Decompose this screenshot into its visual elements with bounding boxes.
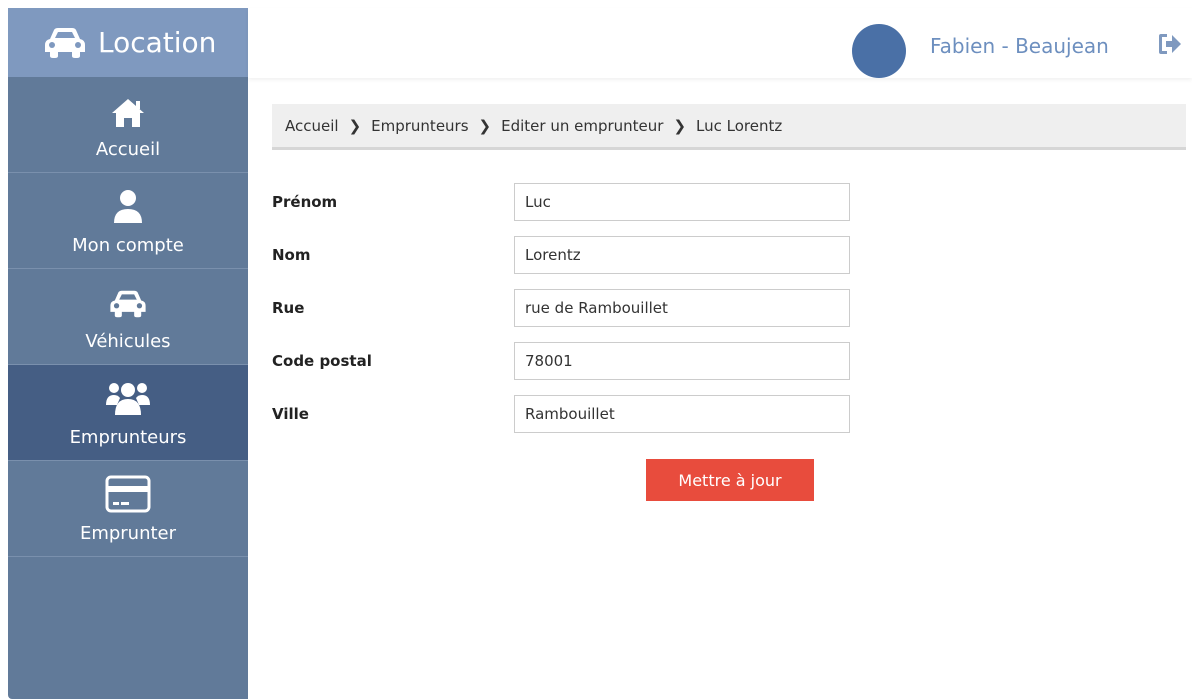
breadcrumb-accueil[interactable]: Accueil xyxy=(285,117,339,135)
sidebar-item-emprunteurs[interactable]: Emprunteurs xyxy=(8,365,248,461)
prenom-field[interactable] xyxy=(514,183,850,221)
app-title: Location xyxy=(98,26,217,59)
rue-field[interactable] xyxy=(514,289,850,327)
chevron-right-icon: ❯ xyxy=(478,116,492,135)
breadcrumb-current: Luc Lorentz xyxy=(696,116,783,135)
nom-label: Nom xyxy=(272,246,311,264)
sidebar-item-label: Emprunteurs xyxy=(69,427,187,448)
chevron-right-icon: ❯ xyxy=(673,116,687,135)
user-icon xyxy=(112,189,144,225)
credit-card-icon xyxy=(105,475,151,513)
home-icon xyxy=(110,93,146,129)
sidebar-item-accueil[interactable]: Accueil xyxy=(8,77,248,173)
update-button[interactable]: Mettre à jour xyxy=(646,459,814,501)
sidebar-item-emprunter[interactable]: Emprunter xyxy=(8,461,248,557)
code-postal-label: Code postal xyxy=(272,352,372,370)
car-icon xyxy=(106,285,150,321)
nom-field[interactable] xyxy=(514,236,850,274)
breadcrumb-emprunteurs[interactable]: Emprunteurs xyxy=(371,117,468,135)
sidebar-item-label: Accueil xyxy=(95,139,161,160)
top-header: Fabien - Beaujean xyxy=(248,8,1192,78)
brand[interactable]: Location xyxy=(8,8,248,77)
rue-label: Rue xyxy=(272,299,305,317)
username[interactable]: Fabien - Beaujean xyxy=(930,34,1109,58)
ville-label: Ville xyxy=(272,405,309,423)
sidebar-item-label: Emprunter xyxy=(79,523,177,544)
prenom-label: Prénom xyxy=(272,193,338,211)
breadcrumb-editer[interactable]: Editer un emprunteur xyxy=(501,117,663,135)
avatar[interactable] xyxy=(852,24,906,78)
chevron-right-icon: ❯ xyxy=(348,116,362,135)
sidebar-item-label: Mon compte xyxy=(72,235,184,256)
users-icon xyxy=(105,381,151,417)
car-icon xyxy=(45,27,85,58)
sign-out-icon[interactable] xyxy=(1158,32,1182,56)
sidebar-item-mon-compte[interactable]: Mon compte xyxy=(8,173,248,269)
sidebar-item-vehicules[interactable]: Véhicules xyxy=(8,269,248,365)
ville-field[interactable] xyxy=(514,395,850,433)
code-postal-field[interactable] xyxy=(514,342,850,380)
sidebar-item-label: Véhicules xyxy=(85,331,171,352)
breadcrumb: Accueil ❯ Emprunteurs ❯ Editer un emprun… xyxy=(272,104,1186,150)
sidebar: Location Accueil Mon compte Véhicules Em… xyxy=(8,8,248,699)
